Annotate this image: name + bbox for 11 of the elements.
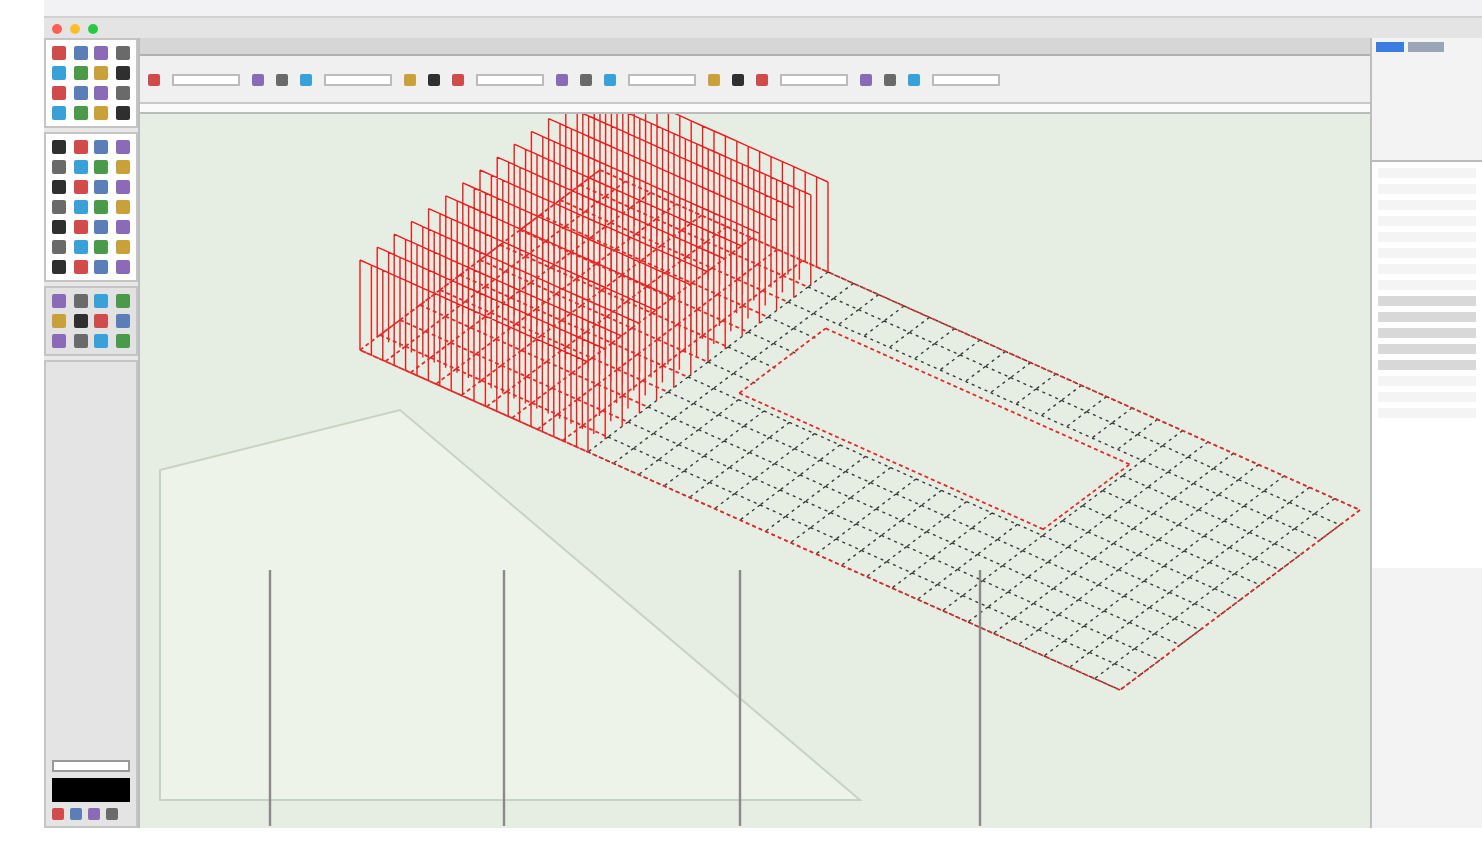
- close-icon[interactable]: [52, 23, 62, 33]
- dropdown-field[interactable]: [932, 73, 1000, 85]
- dropdown-field[interactable]: [172, 73, 240, 85]
- dropdown-field[interactable]: [324, 73, 392, 85]
- fill-swatch[interactable]: [52, 760, 130, 772]
- dropdown-field[interactable]: [628, 73, 696, 85]
- dropdown-field[interactable]: [780, 73, 848, 85]
- zoom-icon[interactable]: [88, 23, 98, 33]
- minimize-icon[interactable]: [70, 23, 80, 33]
- pen-swatch[interactable]: [52, 778, 130, 802]
- dropdown-field[interactable]: [476, 73, 544, 85]
